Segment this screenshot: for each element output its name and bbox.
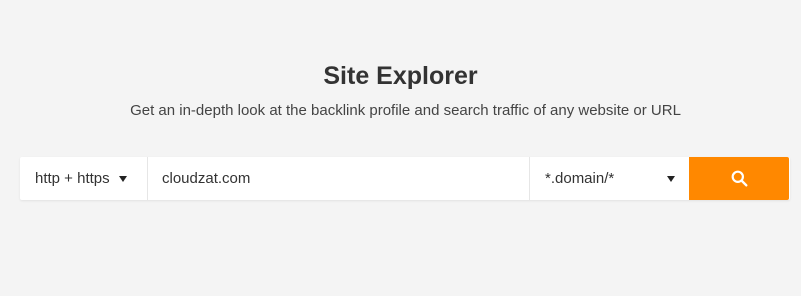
- mode-dropdown[interactable]: *.domain/*: [530, 157, 689, 200]
- protocol-dropdown[interactable]: http + https: [20, 157, 148, 200]
- page-subtitle: Get an in-depth look at the backlink pro…: [130, 102, 681, 119]
- search-bar: http + https *.domain/*: [20, 157, 790, 200]
- caret-down-icon: [118, 175, 127, 182]
- search-button[interactable]: [689, 157, 789, 200]
- protocol-dropdown-value: http + https: [35, 170, 110, 187]
- url-input[interactable]: [148, 157, 530, 200]
- caret-down-icon: [667, 175, 675, 182]
- mode-dropdown-value: *.domain/*: [545, 170, 615, 187]
- page-title: Site Explorer: [323, 62, 478, 90]
- search-icon: [731, 170, 748, 187]
